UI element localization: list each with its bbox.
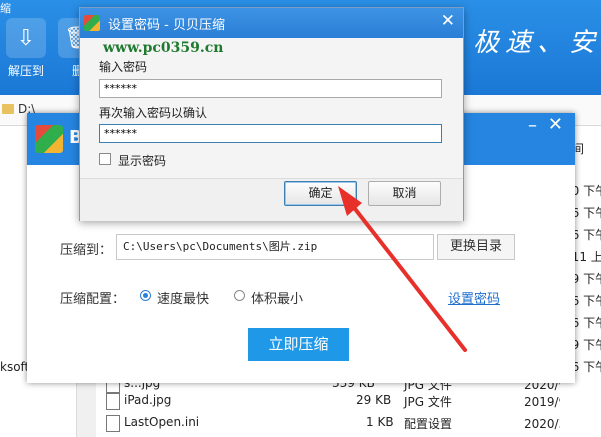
folder-tree-item[interactable]: ksoft (0, 360, 29, 374)
app-icon (84, 15, 100, 31)
app-logo-icon (35, 125, 63, 153)
file-size: 29 KB (356, 393, 392, 407)
file-icon (106, 415, 120, 432)
confirm-password-input[interactable]: ****** (99, 124, 442, 143)
fastest-label[interactable]: 速度最快 (157, 288, 209, 307)
close-icon[interactable]: ✕ (548, 114, 563, 135)
ok-button[interactable]: 确定 (284, 181, 357, 206)
password-dialog-titlebar: 设置密码 - 贝贝压缩 ✕ (80, 8, 463, 38)
extract-to-label: 解压到 (7, 64, 44, 78)
smallest-label[interactable]: 体积最小 (251, 288, 303, 307)
file-row[interactable]: LastOpen.ini 1 KB 配置设置 2020/3/25 上 (96, 412, 601, 434)
show-password-label[interactable]: 显示密码 (118, 152, 166, 169)
password-input[interactable]: ****** (99, 79, 442, 98)
enter-password-label: 输入密码 (99, 60, 148, 74)
cancel-button[interactable]: 取消 (368, 181, 441, 206)
file-row[interactable]: iPad.jpg 29 KB JPG 文件 2019/9/25 上 (96, 390, 601, 412)
folder-icon (2, 104, 14, 114)
file-icon (106, 393, 120, 410)
smallest-radio[interactable] (234, 290, 245, 301)
close-icon[interactable]: ✕ (441, 11, 455, 31)
file-size: 1 KB (366, 415, 394, 429)
set-password-link[interactable]: 设置密码 (448, 288, 500, 307)
minimize-icon[interactable]: – (528, 115, 537, 136)
extract-to-button[interactable]: ⇩ 解压到 (0, 14, 52, 92)
compress-now-button[interactable]: 立即压缩 (248, 328, 349, 361)
fastest-radio[interactable] (140, 290, 151, 301)
confirm-password-label: 再次输入密码以确认 (99, 106, 208, 120)
file-name: LastOpen.ini (124, 415, 200, 429)
password-dialog-title: 设置密码 - 贝贝压缩 (108, 18, 225, 33)
compress-config-label: 压缩配置： (60, 292, 126, 307)
change-directory-button[interactable]: 更换目录 (437, 234, 515, 260)
site-watermark: www.pc0359.cn (103, 40, 224, 56)
brand-slogan: 极速、安 (472, 28, 601, 58)
output-path-field[interactable]: C:\Users\pc\Documents\图片.zip (116, 234, 434, 260)
extract-icon: ⇩ (6, 18, 46, 58)
file-type: JPG 文件 (404, 395, 452, 409)
file-name: iPad.jpg (124, 393, 172, 407)
show-password-checkbox[interactable] (99, 153, 111, 165)
compress-to-label: 压缩到： (60, 243, 113, 258)
file-type: 配置设置 (404, 417, 453, 431)
